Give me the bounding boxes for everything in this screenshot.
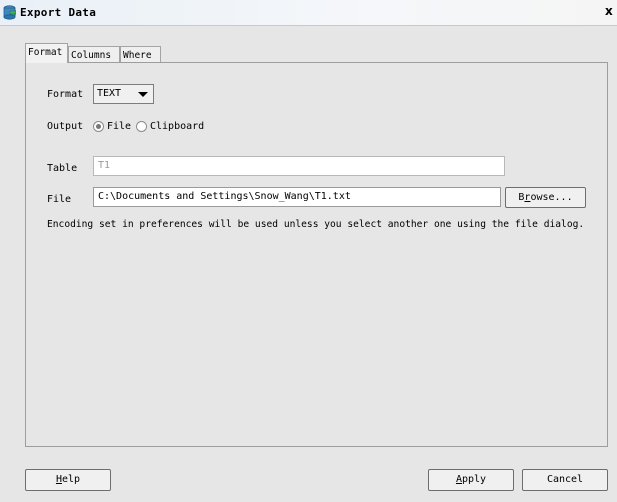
file-label: File [47, 194, 72, 205]
tab-where[interactable]: Where [120, 46, 161, 63]
dialog-title: Export Data [20, 6, 97, 19]
export-data-icon [3, 5, 16, 20]
format-select-value: TEXT [97, 88, 122, 99]
tab-columns[interactable]: Columns [68, 46, 120, 63]
format-label: Format [47, 89, 84, 100]
close-icon[interactable]: x [605, 4, 613, 18]
help-label-rest: elp [61, 474, 81, 485]
table-field: T1 [93, 156, 505, 176]
format-select[interactable]: TEXT [93, 84, 154, 104]
apply-button[interactable]: Apply [428, 469, 514, 491]
help-button[interactable]: Help [25, 469, 111, 491]
browse-button[interactable]: Browse... [505, 187, 586, 208]
format-panel [25, 62, 608, 447]
table-label: Table [47, 163, 78, 174]
output-clipboard-radio[interactable] [136, 121, 147, 132]
output-clipboard-label[interactable]: Clipboard [150, 121, 204, 132]
apply-label-rest: pply [461, 474, 487, 485]
file-path-input[interactable]: C:\Documents and Settings\Snow_Wang\T1.t… [93, 187, 501, 207]
output-label: Output [47, 121, 84, 132]
encoding-note: Encoding set in preferences will be used… [47, 219, 585, 230]
radio-selected-icon [96, 124, 101, 129]
output-file-label[interactable]: File [107, 121, 131, 132]
export-data-dialog: Export Data x Format Columns Where Forma… [0, 0, 617, 502]
title-bar[interactable]: Export Data x [0, 0, 617, 26]
chevron-down-icon [138, 92, 148, 97]
tab-format[interactable]: Format [25, 43, 68, 63]
cancel-button[interactable]: Cancel [522, 469, 608, 491]
browse-label-post: owse... [530, 192, 573, 203]
output-file-radio[interactable] [93, 121, 104, 132]
